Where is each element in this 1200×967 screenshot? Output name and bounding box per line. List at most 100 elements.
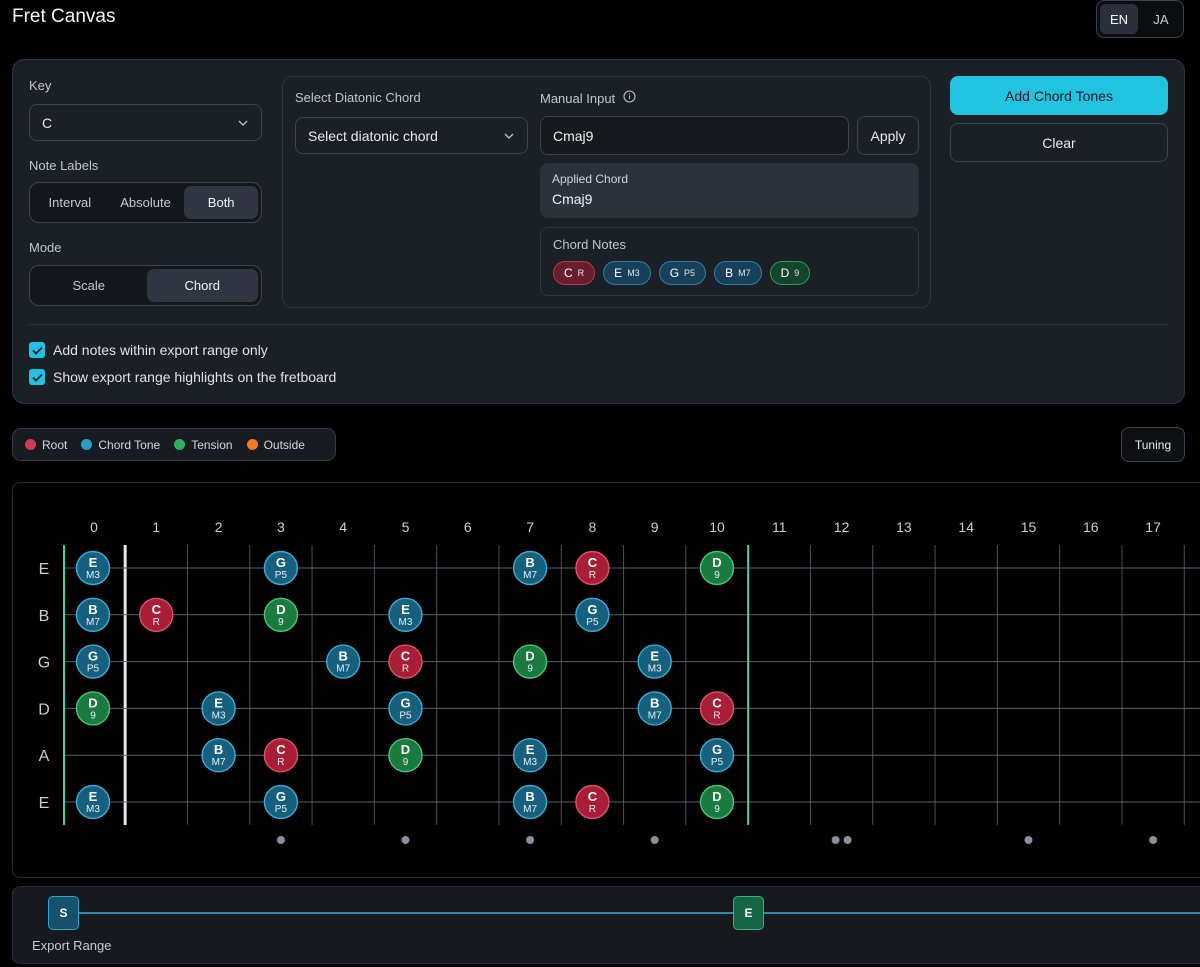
app-title: Fret Canvas — [12, 6, 116, 27]
chord-notes-box: Chord Notes C R E M3 G P5 B M7 D 9 — [540, 227, 919, 296]
diatonic-chord-select[interactable]: Select diatonic chord — [295, 117, 528, 154]
export-only-label: Add notes within export range only — [53, 342, 268, 358]
divider — [29, 324, 1169, 325]
fret-note-marker[interactable]: EM3 — [388, 597, 423, 632]
fret-note-marker[interactable]: GP5 — [388, 691, 423, 726]
fret-note-marker[interactable]: BM7 — [512, 784, 548, 820]
fret-note-marker[interactable]: CR — [575, 784, 610, 820]
note-interval: M3 — [399, 617, 413, 628]
note-labels-interval-button[interactable]: Interval — [33, 186, 107, 219]
fret-note-marker[interactable]: D9 — [512, 644, 548, 679]
fret-note-marker[interactable]: D9 — [263, 597, 299, 632]
fret-note-marker[interactable]: EM3 — [201, 691, 236, 726]
legend-root-label: Root — [42, 437, 68, 452]
mode-scale-button[interactable]: Scale — [33, 269, 145, 302]
note-interval: 9 — [714, 804, 720, 815]
chord-note-name: E — [614, 266, 623, 280]
fret-note-marker[interactable]: BM7 — [512, 550, 548, 586]
tuning-button[interactable]: Tuning — [1121, 427, 1185, 462]
apply-button[interactable]: Apply — [857, 116, 919, 155]
manual-chord-input[interactable]: Cmaj9 — [540, 116, 849, 155]
fret-note-marker[interactable]: BM7 — [75, 597, 111, 632]
export-range-end-handle[interactable]: E — [733, 896, 764, 930]
fret-note-marker[interactable]: GP5 — [263, 784, 299, 820]
fret-note-marker[interactable]: BM7 — [326, 644, 361, 679]
export-only-checkbox[interactable] — [29, 342, 45, 358]
fret-note-marker[interactable]: CR — [575, 550, 610, 586]
note-name: D — [276, 602, 285, 617]
fret-inlay-dot — [1149, 836, 1158, 844]
mode-chord-button[interactable]: Chord — [146, 269, 258, 302]
controls-panel: Key C Note Labels Interval Absolute Both… — [12, 59, 1185, 404]
key-select[interactable]: C — [29, 104, 262, 141]
note-name: E — [526, 742, 535, 757]
fret-number-label: 13 — [896, 519, 912, 535]
fret-note-marker[interactable]: D9 — [388, 738, 423, 773]
note-labels-absolute-button[interactable]: Absolute — [109, 186, 183, 219]
language-ja-button[interactable]: JA — [1142, 4, 1180, 34]
manual-input-label-row: Manual Input — [540, 90, 636, 106]
note-interval: R — [589, 804, 596, 815]
key-label: Key — [29, 78, 52, 93]
legend-outside-label: Outside — [263, 437, 305, 452]
fret-note-marker[interactable]: EM3 — [512, 738, 548, 773]
note-name: E — [214, 695, 223, 710]
note-interval: P5 — [711, 757, 724, 768]
chord-notes-title: Chord Notes — [553, 237, 626, 252]
fret-note-marker[interactable]: GP5 — [263, 550, 299, 586]
fret-note-marker[interactable]: CR — [139, 597, 174, 632]
export-range-label: Export Range — [32, 938, 112, 953]
fret-number-label: 6 — [464, 519, 472, 535]
fret-note-marker[interactable]: BM7 — [637, 691, 672, 726]
fret-number-label: 1 — [152, 519, 160, 535]
note-interval: P5 — [586, 617, 599, 628]
note-name: C — [588, 555, 598, 570]
note-labels-toggle: Interval Absolute Both — [29, 182, 262, 223]
export-range-start-handle[interactable]: S — [48, 896, 79, 930]
note-interval: M3 — [648, 664, 662, 675]
fret-number-label: 16 — [1083, 519, 1099, 535]
note-name: B — [88, 602, 97, 617]
language-switch: EN JA — [1096, 0, 1184, 38]
fret-note-marker[interactable]: GP5 — [75, 644, 111, 679]
fret-note-marker[interactable]: BM7 — [201, 738, 236, 773]
note-interval: M3 — [86, 804, 100, 815]
show-highlights-checkbox[interactable] — [29, 369, 45, 385]
fret-number-label: 7 — [526, 519, 534, 535]
chord-note-interval: P5 — [684, 268, 696, 278]
fret-inlay-dot — [526, 836, 535, 844]
fret-note-marker[interactable]: D9 — [699, 784, 735, 820]
chord-note-name: C — [564, 266, 573, 280]
fret-note-marker[interactable]: CR — [388, 644, 423, 679]
note-name: E — [89, 789, 98, 804]
applied-chord-value: Cmaj9 — [552, 191, 593, 207]
note-interval: 9 — [278, 617, 284, 628]
fret-note-marker[interactable]: EM3 — [75, 550, 111, 586]
note-interval: M7 — [523, 804, 537, 815]
fret-note-marker[interactable]: GP5 — [699, 738, 735, 773]
clear-button[interactable]: Clear — [950, 123, 1168, 162]
chord-note-name: D — [780, 266, 790, 280]
note-labels-both-button[interactable]: Both — [184, 186, 259, 219]
fret-note-marker[interactable]: EM3 — [637, 644, 672, 679]
fret-note-marker[interactable]: CR — [263, 738, 299, 773]
chord-note-pill: CR — [553, 261, 596, 285]
add-chord-tones-button[interactable]: Add Chord Tones — [950, 76, 1168, 115]
note-interval: M7 — [648, 710, 662, 721]
fret-note-marker[interactable]: CR — [699, 691, 735, 726]
fret-number-label: 17 — [1145, 519, 1161, 535]
fret-note-marker[interactable]: D9 — [75, 691, 111, 726]
fret-note-marker[interactable]: GP5 — [575, 597, 610, 632]
chord-note-interval: R — [577, 268, 585, 278]
info-icon[interactable] — [623, 90, 636, 106]
fretboard[interactable]: 0 1 2 3 4 5 6 7 8 9 10 11 12 13 14 15 16 17EBGDAEEM3GP5BM… — [12, 482, 1200, 878]
export-range-track[interactable] — [63, 912, 1200, 914]
language-en-button[interactable]: EN — [1100, 4, 1138, 34]
fret-note-marker[interactable]: D9 — [699, 550, 735, 586]
note-name: E — [650, 649, 659, 664]
fret-note-marker[interactable]: EM3 — [75, 784, 111, 820]
show-highlights-option: Show export range highlights on the fret… — [29, 369, 336, 385]
chord-note-name: B — [725, 266, 734, 280]
chord-note-interval: 9 — [794, 268, 800, 278]
note-name: G — [712, 742, 722, 757]
